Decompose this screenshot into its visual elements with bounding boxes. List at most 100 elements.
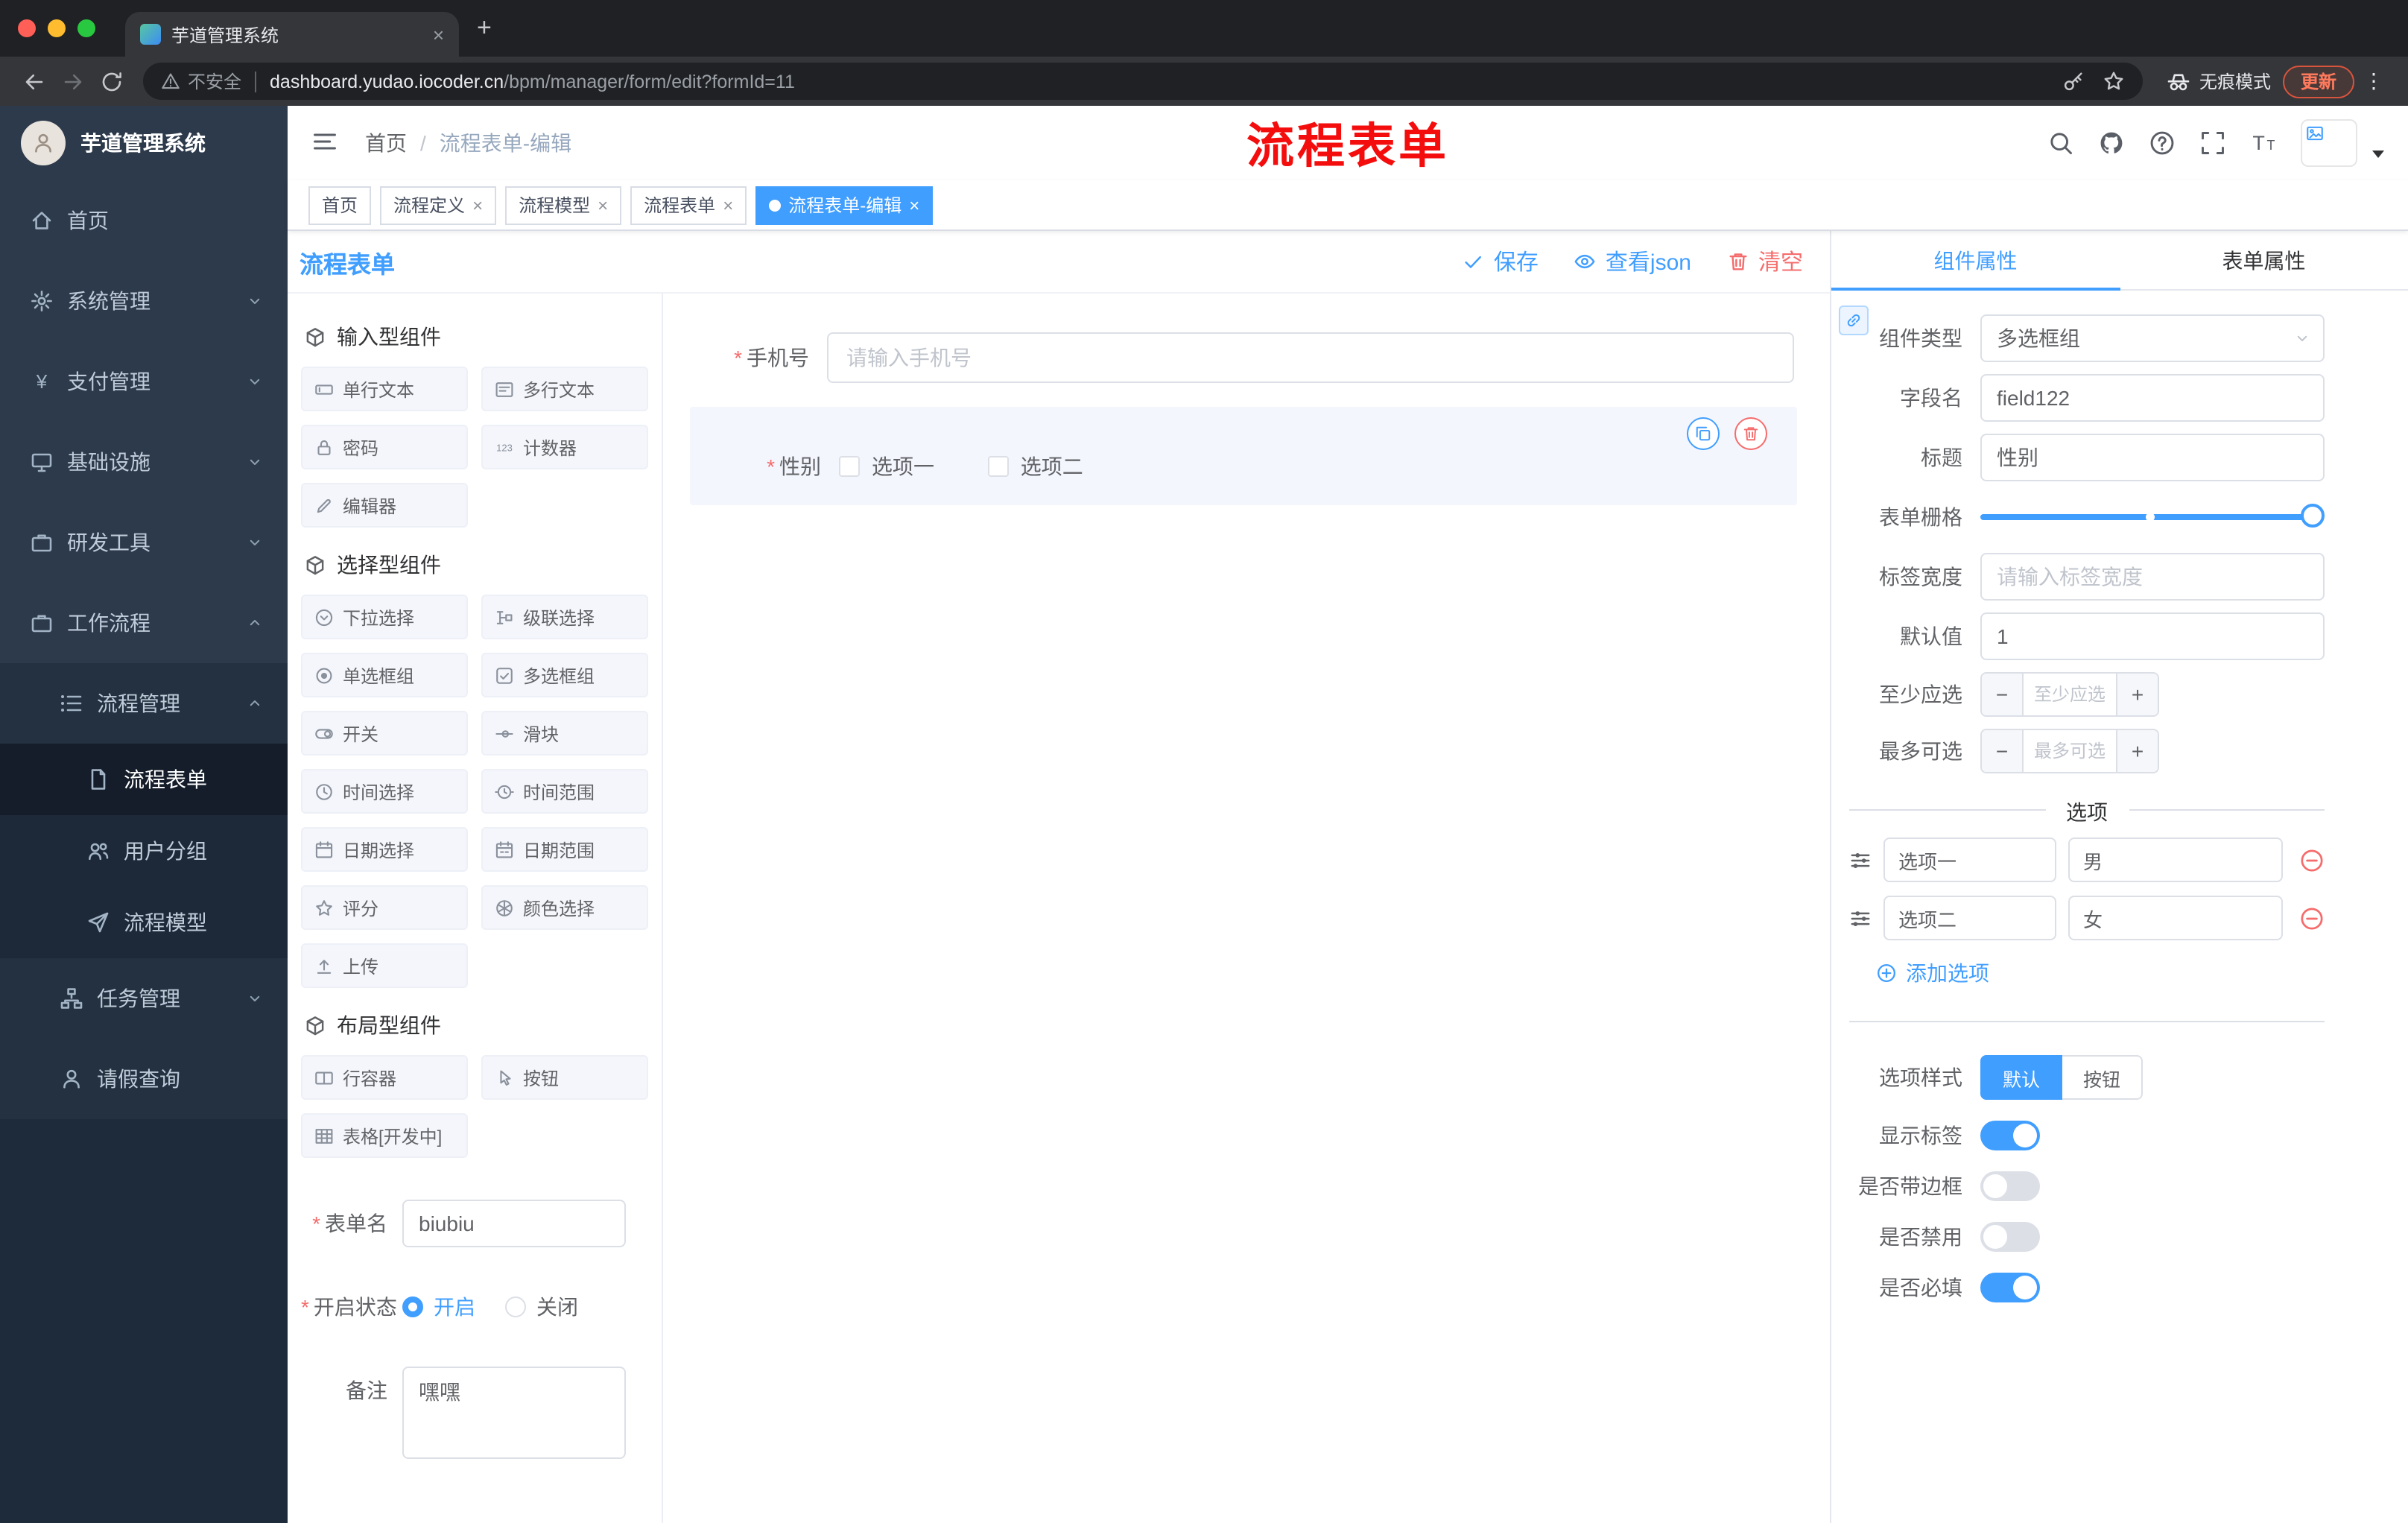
lib-item-single-text[interactable]: 单行文本 — [301, 367, 468, 411]
sidebar-item-system[interactable]: 系统管理 — [0, 261, 288, 341]
lib-item-table[interactable]: 表格[开发中] — [301, 1113, 468, 1158]
title-input[interactable] — [1980, 434, 2325, 481]
browser-tab[interactable]: 芋道管理系统 — [125, 12, 459, 57]
phone-field-row[interactable]: 手机号 — [678, 332, 1812, 383]
new-tab-button[interactable] — [477, 0, 492, 57]
tag-close-icon[interactable] — [472, 194, 483, 215]
tag-home[interactable]: 首页 — [308, 186, 372, 224]
tab-close-icon[interactable] — [433, 23, 444, 45]
form-name-input[interactable] — [402, 1200, 626, 1247]
lib-item-editor[interactable]: 编辑器 — [301, 483, 468, 528]
lib-item-time-picker[interactable]: 时间选择 — [301, 769, 468, 814]
lib-item-cascader[interactable]: 级联选择 — [481, 595, 648, 639]
lib-item-checkbox-group[interactable]: 多选框组 — [481, 653, 648, 697]
option-1-label-input[interactable] — [1883, 838, 2056, 882]
status-off-radio[interactable]: 关闭 — [505, 1292, 578, 1322]
clear-button[interactable]: 清空 — [1727, 246, 1803, 277]
tag-process-form-edit[interactable]: 流程表单-编辑 — [755, 186, 934, 224]
option-1-value-input[interactable] — [2068, 838, 2283, 882]
delete-widget-button[interactable] — [1734, 417, 1767, 450]
close-window-button[interactable] — [18, 19, 36, 37]
style-default-button[interactable]: 默认 — [1980, 1055, 2063, 1100]
lib-item-date-picker[interactable]: 日期选择 — [301, 827, 468, 872]
phone-input[interactable] — [827, 332, 1794, 383]
sidebar-item-workflow[interactable]: 工作流程 — [0, 583, 288, 663]
tag-process-definition[interactable]: 流程定义 — [380, 186, 497, 224]
decrement-button[interactable] — [1982, 674, 2024, 715]
address-bar[interactable]: 不安全 dashboard.yudao.iocoder.cn/bpm/manag… — [143, 63, 2143, 100]
minimize-window-button[interactable] — [48, 19, 66, 37]
sidebar-item-devtools[interactable]: 研发工具 — [0, 502, 288, 583]
lib-item-switch[interactable]: 开关 — [301, 711, 468, 756]
form-canvas[interactable]: 手机号 性别 — [663, 294, 1830, 1523]
copy-widget-button[interactable] — [1687, 417, 1720, 450]
fullscreen-icon[interactable] — [2199, 130, 2226, 156]
remove-option-icon[interactable] — [2299, 905, 2325, 931]
link-icon[interactable] — [1839, 305, 1869, 335]
lib-item-select[interactable]: 下拉选择 — [301, 595, 468, 639]
component-type-select[interactable] — [1980, 314, 2325, 362]
save-button[interactable]: 保存 — [1463, 246, 1539, 277]
sidebar-item-task-management[interactable]: 任务管理 — [0, 958, 288, 1039]
required-toggle[interactable] — [1980, 1273, 2040, 1302]
back-button[interactable] — [15, 62, 54, 101]
sidebar-item-process-form[interactable]: 流程表单 — [0, 744, 288, 815]
increment-button[interactable] — [2116, 730, 2158, 772]
breadcrumb-home[interactable]: 首页 — [365, 128, 407, 158]
sidebar-item-leave-query[interactable]: 请假查询 — [0, 1039, 288, 1119]
lib-item-upload[interactable]: 上传 — [301, 943, 468, 988]
github-icon[interactable] — [2098, 130, 2125, 156]
decrement-button[interactable] — [1982, 730, 2024, 772]
add-option-button[interactable]: 添加选项 — [1876, 958, 2325, 988]
field-name-input[interactable] — [1980, 374, 2325, 422]
search-icon[interactable] — [2047, 130, 2074, 156]
label-width-input[interactable] — [1980, 553, 2325, 601]
reload-button[interactable] — [92, 62, 131, 101]
sidebar-item-payment[interactable]: 支付管理 — [0, 341, 288, 422]
tab-form-props[interactable]: 表单属性 — [2120, 231, 2408, 289]
lib-item-color-picker[interactable]: 颜色选择 — [481, 885, 648, 930]
lib-item-slider[interactable]: 滑块 — [481, 711, 648, 756]
lib-item-button[interactable]: 按钮 — [481, 1055, 648, 1100]
lib-item-time-range[interactable]: 时间范围 — [481, 769, 648, 814]
drag-handle-icon[interactable] — [1849, 907, 1872, 929]
bookmark-star-icon[interactable] — [2103, 70, 2125, 92]
grid-slider[interactable] — [1980, 493, 2325, 541]
increment-button[interactable] — [2116, 674, 2158, 715]
browser-menu-icon[interactable] — [2363, 69, 2384, 94]
max-select-input[interactable] — [2024, 730, 2116, 772]
sidebar-collapse-icon[interactable] — [311, 128, 341, 158]
disabled-toggle[interactable] — [1980, 1222, 2040, 1252]
forward-button[interactable] — [54, 62, 92, 101]
tag-close-icon[interactable] — [598, 194, 608, 215]
gender-option-2-checkbox[interactable]: 选项二 — [987, 452, 1083, 481]
lib-item-row-container[interactable]: 行容器 — [301, 1055, 468, 1100]
tag-close-icon[interactable] — [723, 194, 733, 215]
gender-option-1-checkbox[interactable]: 选项一 — [839, 452, 934, 481]
zoom-window-button[interactable] — [77, 19, 95, 37]
lib-item-rate[interactable]: 评分 — [301, 885, 468, 930]
default-value-input[interactable] — [1980, 612, 2325, 660]
password-key-icon[interactable] — [2062, 70, 2085, 92]
remove-option-icon[interactable] — [2299, 847, 2325, 873]
lib-item-date-range[interactable]: 日期范围 — [481, 827, 648, 872]
sidebar-item-dashboard[interactable]: 首页 — [0, 180, 288, 261]
tab-component-props[interactable]: 组件属性 — [1831, 231, 2120, 291]
drag-handle-icon[interactable] — [1849, 849, 1872, 871]
border-toggle[interactable] — [1980, 1171, 2040, 1201]
lib-item-password[interactable]: 密码 — [301, 425, 468, 469]
status-on-radio[interactable]: 开启 — [402, 1292, 475, 1322]
tag-process-model[interactable]: 流程模型 — [505, 186, 622, 224]
view-json-button[interactable]: 查看json — [1574, 246, 1691, 277]
help-icon[interactable] — [2149, 130, 2176, 156]
sidebar-item-process-model[interactable]: 流程模型 — [0, 887, 288, 958]
lib-item-counter[interactable]: 计数器 — [481, 425, 648, 469]
browser-update-button[interactable]: 更新 — [2282, 65, 2354, 98]
sidebar-logo[interactable]: 芋道管理系统 — [0, 106, 288, 180]
sidebar-item-process-management[interactable]: 流程管理 — [0, 663, 288, 744]
form-remark-textarea[interactable]: 嘿嘿 — [402, 1367, 626, 1459]
slider-handle[interactable] — [2301, 504, 2325, 528]
lib-item-radio-group[interactable]: 单选框组 — [301, 653, 468, 697]
option-2-value-input[interactable] — [2068, 896, 2283, 940]
tag-close-icon[interactable] — [909, 194, 919, 215]
